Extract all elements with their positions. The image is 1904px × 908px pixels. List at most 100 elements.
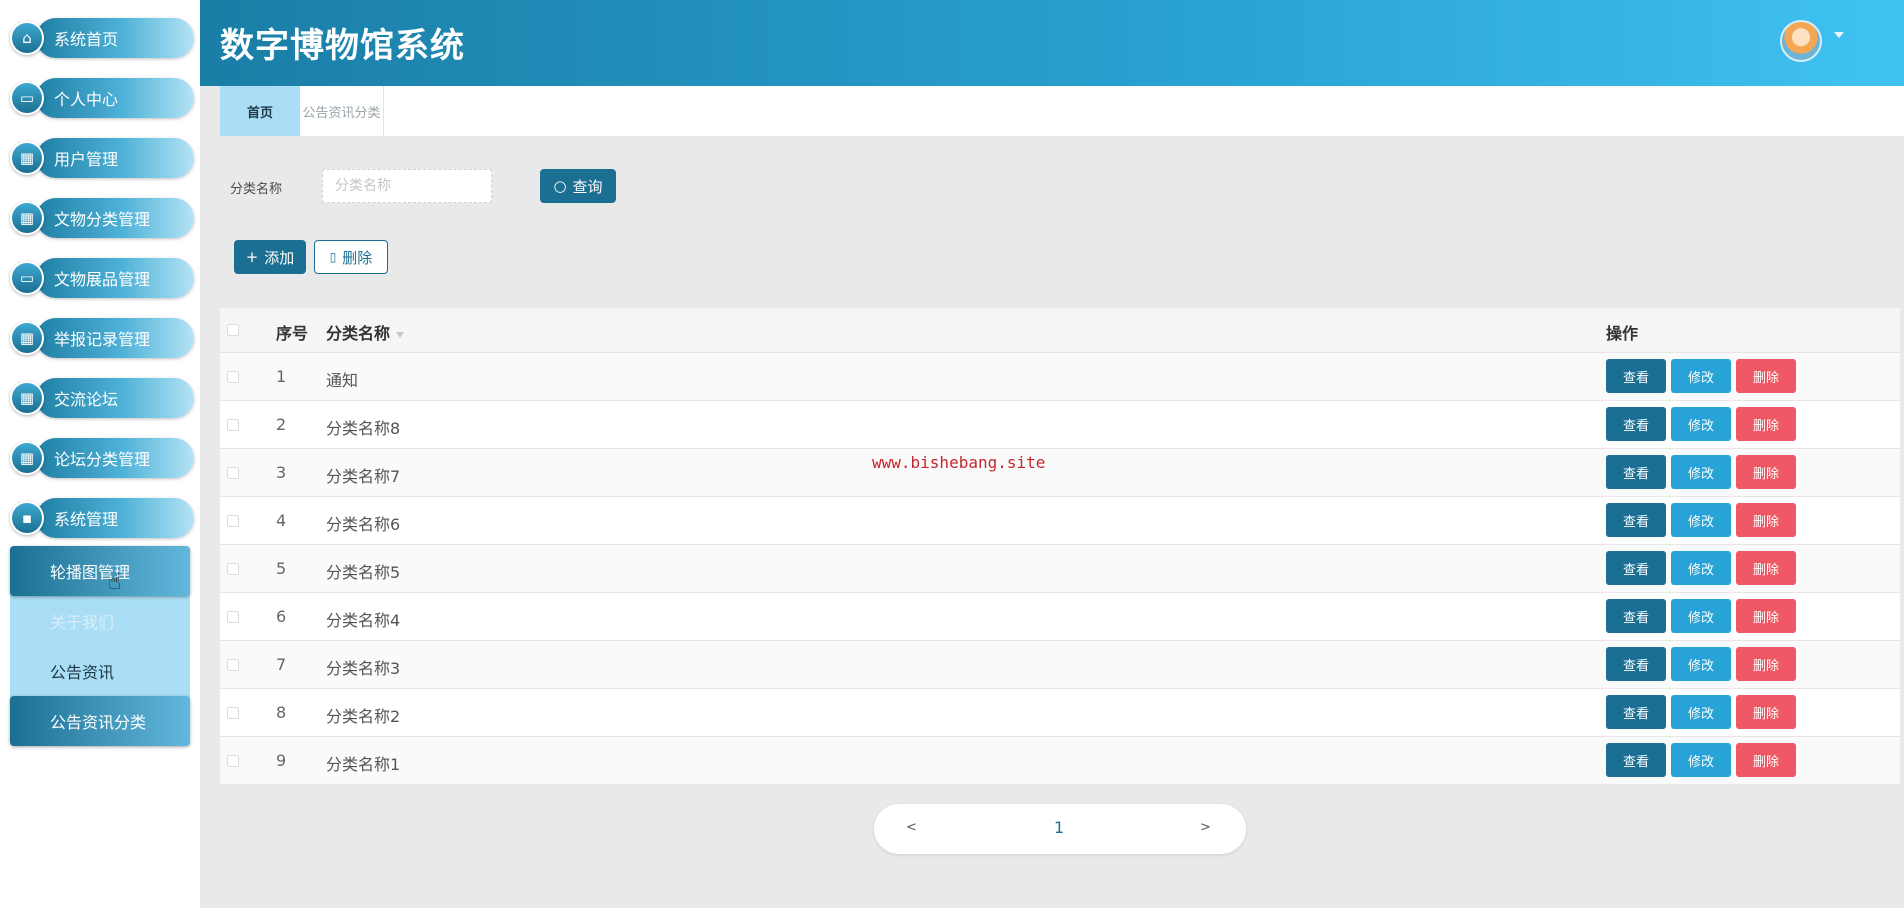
search-button[interactable]: ○ 查询	[540, 169, 616, 203]
row-checkbox[interactable]	[227, 371, 239, 383]
sidebar-item-label: 文物分类管理	[36, 198, 194, 238]
row-checkbox[interactable]	[227, 707, 239, 719]
add-button[interactable]: + 添加	[234, 240, 306, 274]
table-header: 序号 分类名称 操作	[220, 308, 1900, 352]
search-label: 分类名称	[230, 182, 283, 197]
edit-button[interactable]: 修改	[1671, 599, 1731, 633]
sidebar-item-forum-categories[interactable]: ▦ 论坛分类管理	[10, 436, 194, 478]
sidebar-item-home[interactable]: ⌂ 系统首页	[10, 16, 194, 58]
profile-icon: ▭	[10, 81, 44, 115]
row-checkbox[interactable]	[227, 659, 239, 671]
sidebar-item-label: 个人中心	[36, 78, 194, 118]
view-button[interactable]: 查看	[1606, 455, 1666, 489]
sidebar-item-users[interactable]: ▦ 用户管理	[10, 136, 194, 178]
view-button[interactable]: 查看	[1606, 359, 1666, 393]
add-button-label: 添加	[264, 248, 295, 267]
row-name: 通知	[326, 371, 359, 390]
header-name[interactable]: 分类名称	[326, 320, 405, 344]
search-input[interactable]	[322, 169, 492, 203]
plus-icon: +	[245, 248, 259, 266]
sidebar-item-system[interactable]: ▪ 系统管理	[10, 496, 194, 538]
row-checkbox[interactable]	[227, 467, 239, 479]
sidebar-item-profile[interactable]: ▭ 个人中心	[10, 76, 194, 118]
edit-button[interactable]: 修改	[1671, 359, 1731, 393]
view-button[interactable]: 查看	[1606, 743, 1666, 777]
edit-button[interactable]: 修改	[1671, 551, 1731, 585]
select-all-checkbox[interactable]	[227, 324, 239, 336]
row-name: 分类名称4	[326, 611, 401, 630]
delete-button[interactable]: 删除	[1736, 407, 1796, 441]
table-body: 1 通知 查看 修改 删除 2 分类名称8 查看 修改 删除 3 分类名称7 查看 修改删…	[220, 352, 1900, 784]
sidebar-item-forum[interactable]: ▦ 交流论坛	[10, 376, 194, 418]
sidebar-item-label: 交流论坛	[36, 378, 194, 418]
pagination: < 1 >	[874, 804, 1246, 854]
row-checkbox[interactable]	[227, 563, 239, 575]
delete-button[interactable]: 删除	[1736, 695, 1796, 729]
table-row: 9 分类名称1 查看 修改 删除	[220, 736, 1900, 784]
sidebar-item-label: 系统首页	[36, 18, 194, 58]
table-row: 5 分类名称5 查看 修改 删除	[220, 544, 1900, 592]
row-checkbox[interactable]	[227, 755, 239, 767]
edit-button[interactable]: 修改	[1671, 407, 1731, 441]
row-index: 4	[276, 511, 287, 530]
row-checkbox[interactable]	[227, 419, 239, 431]
submenu-item-about[interactable]: 关于我们	[10, 596, 190, 646]
view-button[interactable]: 查看	[1606, 695, 1666, 729]
sidebar-item-label: 举报记录管理	[36, 318, 194, 358]
delete-button[interactable]: 删除	[1736, 551, 1796, 585]
sidebar-item-label: 论坛分类管理	[36, 438, 194, 478]
tab-home[interactable]: 首页	[220, 86, 300, 136]
delete-button[interactable]: 删除	[1736, 647, 1796, 681]
submenu-item-notice-categories[interactable]: 公告资讯分类	[10, 696, 190, 746]
grid-icon: ▦	[10, 441, 44, 475]
edit-button[interactable]: 修改	[1671, 695, 1731, 729]
edit-button[interactable]: 修改	[1671, 503, 1731, 537]
delete-button[interactable]: 删除	[1736, 743, 1796, 777]
grid-icon: ▦	[10, 201, 44, 235]
sidebar: ⌂ 系统首页 ▭ 个人中心 ▦ 用户管理 ▦ 文物分类管理 ▭ 文物展品管理 ▦…	[0, 0, 200, 908]
row-name: 分类名称8	[326, 419, 401, 438]
bulk-delete-button[interactable]: ▯ 删除	[314, 240, 388, 274]
app-title: 数字博物馆系统	[220, 26, 465, 66]
row-index: 9	[276, 751, 287, 770]
table-row: 2 分类名称8 查看 修改 删除	[220, 400, 1900, 448]
submenu-item-notices[interactable]: 公告资讯	[10, 646, 190, 696]
sidebar-item-exhibits[interactable]: ▭ 文物展品管理	[10, 256, 194, 298]
view-button[interactable]: 查看	[1606, 599, 1666, 633]
delete-button[interactable]: 删除	[1736, 503, 1796, 537]
edit-button[interactable]: 修改	[1671, 647, 1731, 681]
sidebar-item-reports[interactable]: ▦ 举报记录管理	[10, 316, 194, 358]
tab-notice-categories[interactable]: 公告资讯分类	[300, 86, 384, 136]
chevron-down-icon[interactable]	[1834, 32, 1844, 38]
avatar[interactable]	[1780, 20, 1822, 62]
search-button-label: 查询	[572, 177, 603, 196]
delete-button[interactable]: 删除	[1736, 359, 1796, 393]
submenu-item-carousel[interactable]: 轮播图管理	[10, 546, 190, 596]
delete-button[interactable]: 删除	[1736, 455, 1796, 489]
search-icon: ○	[553, 177, 567, 195]
grid-icon: ▦	[10, 381, 44, 415]
delete-button[interactable]: 删除	[1736, 599, 1796, 633]
edit-button[interactable]: 修改	[1671, 743, 1731, 777]
page-number[interactable]: 1	[1054, 818, 1064, 837]
sidebar-item-label: 用户管理	[36, 138, 194, 178]
view-button[interactable]: 查看	[1606, 551, 1666, 585]
edit-button[interactable]: 修改	[1671, 455, 1731, 489]
row-checkbox[interactable]	[227, 611, 239, 623]
sidebar-item-artifact-categories[interactable]: ▦ 文物分类管理	[10, 196, 194, 238]
view-button[interactable]: 查看	[1606, 407, 1666, 441]
prev-page-button[interactable]: <	[906, 820, 917, 835]
view-button[interactable]: 查看	[1606, 503, 1666, 537]
next-page-button[interactable]: >	[1200, 820, 1211, 835]
row-index: 1	[276, 367, 287, 386]
sidebar-item-label: 文物展品管理	[36, 258, 194, 298]
row-index: 2	[276, 415, 287, 434]
monitor-icon: ▭	[10, 261, 44, 295]
sort-icon[interactable]	[396, 331, 405, 338]
table-row: 3 分类名称7 查看 修改 删除	[220, 448, 1900, 496]
header-ops: 操作	[1606, 324, 1639, 343]
row-index: 5	[276, 559, 287, 578]
row-checkbox[interactable]	[227, 515, 239, 527]
table-row: 6 分类名称4 查看 修改 删除	[220, 592, 1900, 640]
view-button[interactable]: 查看	[1606, 647, 1666, 681]
